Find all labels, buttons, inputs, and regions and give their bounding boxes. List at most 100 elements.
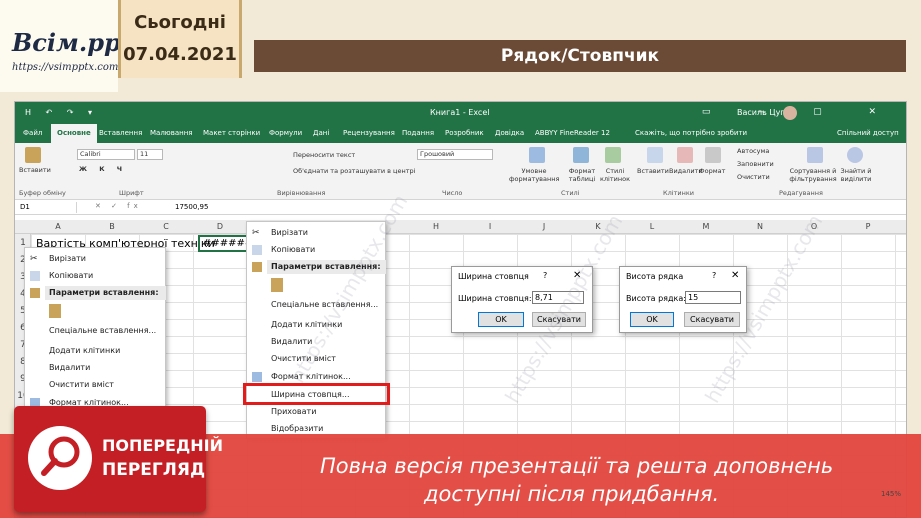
column-header[interactable]: P bbox=[841, 222, 895, 231]
format-cells-menu-icon bbox=[252, 372, 262, 382]
tell-me-box[interactable]: Скажіть, що потрібно зробити bbox=[635, 124, 747, 143]
column-header[interactable]: I bbox=[463, 222, 517, 231]
menu-item-clear-contents[interactable]: Очистити вміст bbox=[271, 354, 336, 363]
paste-options-icon bbox=[252, 262, 262, 272]
menu-item-delete[interactable]: Видалити bbox=[49, 363, 90, 372]
cell-styles-icon[interactable] bbox=[605, 147, 621, 163]
banner-text-line2: доступні після придбання. bbox=[424, 482, 720, 506]
help-icon[interactable]: ? bbox=[543, 271, 547, 280]
ok-button[interactable]: OK bbox=[630, 312, 674, 327]
tab-abbyy[interactable]: ABBYY FineReader 12 bbox=[535, 124, 610, 143]
close-icon[interactable]: ✕ bbox=[573, 270, 581, 281]
menu-item-cut[interactable]: Вирізати bbox=[271, 228, 308, 237]
format-cells-icon[interactable] bbox=[705, 147, 721, 163]
insert-cells-label[interactable]: Вставити bbox=[637, 167, 669, 175]
menu-item-copy[interactable]: Копіювати bbox=[49, 271, 93, 280]
cancel-button[interactable]: Скасувати bbox=[684, 312, 740, 327]
find-select-label[interactable]: Знайти й виділити bbox=[835, 167, 877, 183]
menu-item-copy[interactable]: Копіювати bbox=[271, 245, 315, 254]
paste-icon[interactable] bbox=[25, 147, 41, 163]
menu-item-format-cells[interactable]: Формат клітинок... bbox=[271, 372, 351, 381]
format-table-label[interactable]: Формат таблиці bbox=[563, 167, 601, 183]
menu-item-insert-cells[interactable]: Додати клітинки bbox=[271, 320, 342, 329]
share-button[interactable]: Спільний доступ bbox=[837, 124, 899, 143]
excel-title-bar: H ↶ ↷ ▾ Книга1 - Excel Василь Цупа ▭ — ▢… bbox=[15, 102, 906, 124]
paste-options-icon bbox=[30, 288, 40, 298]
format-table-icon[interactable] bbox=[573, 147, 589, 163]
number-format-select[interactable]: Грошовий bbox=[417, 149, 493, 160]
row-context-menu: ✂ Вирізати Копіювати Параметри вставленн… bbox=[24, 247, 166, 412]
font-size-select[interactable]: 11 bbox=[137, 149, 163, 160]
delete-cells-label[interactable]: Видалити bbox=[669, 167, 703, 175]
preview-badge[interactable]: ПОПЕРЕДНІЙ ПЕРЕГЛЯД bbox=[14, 406, 223, 512]
tab-home[interactable]: Основне bbox=[51, 124, 97, 143]
window-controls[interactable]: ▭ — ▢ ✕ bbox=[702, 107, 898, 117]
cancel-button[interactable]: Скасувати bbox=[532, 312, 586, 327]
tab-insert[interactable]: Вставлення bbox=[99, 124, 142, 143]
font-name-select[interactable]: Calibri bbox=[77, 149, 135, 160]
formula-buttons[interactable]: ✕ ✓ fx bbox=[95, 202, 142, 210]
menu-item-insert-cells[interactable]: Додати клітинки bbox=[49, 346, 120, 355]
conditional-format-icon[interactable] bbox=[529, 147, 545, 163]
tab-draw[interactable]: Малювання bbox=[150, 124, 192, 143]
name-box[interactable]: D1 bbox=[17, 202, 77, 213]
cell-styles-label[interactable]: Стилі клітинок bbox=[597, 167, 633, 183]
tab-data[interactable]: Дані bbox=[313, 124, 329, 143]
paste-label[interactable]: Вставити bbox=[19, 166, 51, 174]
column-header[interactable]: B bbox=[85, 222, 139, 231]
ok-button[interactable]: OK bbox=[478, 312, 524, 327]
formula-input[interactable]: 17500,95 bbox=[175, 203, 208, 211]
insert-cells-icon[interactable] bbox=[647, 147, 663, 163]
column-width-input[interactable] bbox=[532, 291, 584, 304]
tab-file[interactable]: Файл bbox=[23, 124, 42, 143]
paste-clipboard-icon[interactable] bbox=[49, 304, 61, 318]
column-header[interactable]: K bbox=[571, 222, 625, 231]
format-cells-label[interactable]: Формат bbox=[699, 167, 725, 175]
scissors-icon: ✂ bbox=[252, 228, 260, 238]
tab-help[interactable]: Довідка bbox=[495, 124, 524, 143]
zoom-level: 145% bbox=[881, 490, 902, 498]
group-clipboard: Буфер обміну bbox=[19, 189, 66, 197]
column-header[interactable]: H bbox=[409, 222, 463, 231]
column-header[interactable]: L bbox=[625, 222, 679, 231]
tab-page-layout[interactable]: Макет сторінки bbox=[203, 124, 260, 143]
menu-item-clear-contents[interactable]: Очистити вміст bbox=[49, 380, 114, 389]
row-height-input[interactable] bbox=[685, 291, 741, 304]
tab-formulas[interactable]: Формули bbox=[269, 124, 302, 143]
autosum-button[interactable]: Автосума bbox=[737, 147, 769, 155]
close-icon[interactable]: ✕ bbox=[731, 270, 739, 281]
menu-item-delete[interactable]: Видалити bbox=[271, 337, 312, 346]
clear-button[interactable]: Очистити bbox=[737, 173, 770, 181]
column-header[interactable]: M bbox=[679, 222, 733, 231]
sort-filter-icon[interactable] bbox=[807, 147, 823, 163]
tab-developer[interactable]: Розробник bbox=[445, 124, 484, 143]
column-width-label: Ширина стовпця: bbox=[458, 294, 532, 303]
column-header[interactable]: N bbox=[733, 222, 787, 231]
sort-filter-label[interactable]: Сортування й фільтрування bbox=[789, 167, 837, 183]
menu-item-paste-options: Параметри вставлення: bbox=[49, 288, 159, 297]
delete-cells-icon[interactable] bbox=[677, 147, 693, 163]
conditional-format-label[interactable]: Умовне форматування bbox=[509, 167, 559, 183]
quick-access-toolbar[interactable]: H ↶ ↷ ▾ bbox=[25, 108, 98, 117]
column-header[interactable]: D bbox=[193, 222, 247, 231]
menu-item-paste-special[interactable]: Спеціальне вставлення... bbox=[271, 300, 378, 309]
menu-item-unhide[interactable]: Відобразити bbox=[271, 424, 323, 433]
column-header[interactable]: C bbox=[139, 222, 193, 231]
column-header[interactable]: J bbox=[517, 222, 571, 231]
group-styles: Стилі bbox=[561, 189, 580, 197]
paste-clipboard-icon[interactable] bbox=[271, 278, 283, 292]
column-header[interactable]: A bbox=[31, 222, 85, 231]
tab-view[interactable]: Подання bbox=[402, 124, 434, 143]
merge-center-button[interactable]: Об'єднати та розташувати в центрі bbox=[293, 167, 415, 175]
help-icon[interactable]: ? bbox=[712, 271, 716, 280]
cell-d1-selected[interactable]: ######### bbox=[198, 235, 252, 252]
menu-item-paste-special[interactable]: Спеціальне вставлення... bbox=[49, 326, 156, 335]
menu-item-hide[interactable]: Приховати bbox=[271, 407, 316, 416]
wrap-text-button[interactable]: Переносити текст bbox=[293, 151, 355, 159]
find-select-icon[interactable] bbox=[847, 147, 863, 163]
fill-button[interactable]: Заповнити bbox=[737, 160, 774, 168]
tab-review[interactable]: Рецензування bbox=[343, 124, 395, 143]
column-header[interactable]: O bbox=[787, 222, 841, 231]
menu-item-cut[interactable]: Вирізати bbox=[49, 254, 86, 263]
row-height-label: Висота рядка: bbox=[626, 294, 686, 303]
